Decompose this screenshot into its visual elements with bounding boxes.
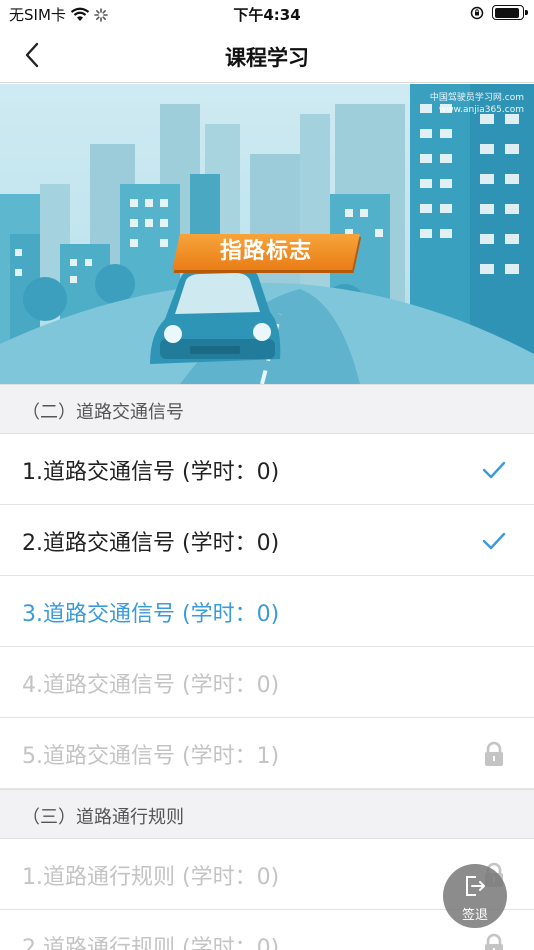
watermark-line-2: www.anjia365.com (438, 105, 524, 115)
lesson-label: 3.道路交通信号 (学时：0) (22, 602, 280, 627)
orientation-lock-icon (470, 6, 484, 19)
banner-tag-text: 指路标志 (219, 239, 312, 264)
lock-icon (485, 933, 503, 950)
lesson-row[interactable]: 3.道路交通信号 (学时：0) (0, 576, 534, 647)
lesson-label: 1.道路通行规则 (学时：0) (22, 865, 280, 890)
battery-icon (492, 5, 528, 20)
lesson-row[interactable]: 1.道路交通信号 (学时：0) (0, 434, 534, 505)
section-title: （二）道路交通信号 (22, 402, 184, 423)
checkmark-icon (482, 532, 506, 550)
status-right (470, 5, 528, 20)
lesson-label: 2.道路通行规则 (学时：0) (22, 936, 280, 950)
section-header: （二）道路交通信号 (0, 384, 534, 434)
banner-watermark: 中国驾驶员学习网.com www.anjia365.com (430, 92, 524, 116)
section-title: （三）道路通行规则 (22, 807, 184, 828)
nav-bar: 课程学习 (0, 28, 534, 83)
battery-tip (525, 10, 528, 15)
lesson-label: 4.道路交通信号 (学时：0) (22, 673, 280, 698)
page-title: 课程学习 (225, 46, 309, 70)
signout-button[interactable]: 签退 (443, 864, 507, 928)
lesson-row[interactable]: 5.道路交通信号 (学时：1) (0, 718, 534, 789)
status-time: 下午4:34 (233, 6, 301, 24)
lesson-label: 2.道路交通信号 (学时：0) (22, 531, 280, 556)
watermark-line-1: 中国驾驶员学习网.com (429, 93, 524, 103)
status-bar: 无SIM卡 下午4:34 (0, 0, 534, 28)
lesson-label: 1.道路交通信号 (学时：0) (22, 460, 280, 485)
battery-fill (494, 7, 519, 18)
lesson-label: 5.道路交通信号 (学时：1) (22, 744, 280, 769)
checkmark-icon (482, 461, 506, 479)
course-video-banner[interactable]: 中国驾驶员学习网.com www.anjia365.com 指路标志 (0, 84, 534, 384)
lesson-row[interactable]: 2.道路交通信号 (学时：0) (0, 505, 534, 576)
lock-icon (485, 741, 503, 766)
lesson-row[interactable]: 4.道路交通信号 (学时：0) (0, 647, 534, 718)
signout-label: 签退 (461, 908, 488, 923)
sign-out-icon (466, 876, 485, 896)
section-header: （三）道路通行规则 (0, 789, 534, 839)
